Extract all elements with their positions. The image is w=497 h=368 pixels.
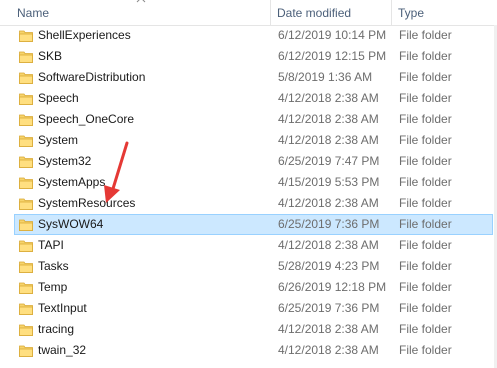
folder-icon (19, 72, 33, 84)
column-header-bar: Name Date modified Type (0, 0, 497, 26)
folder-icon (19, 177, 33, 189)
folder-name: SKB (38, 49, 63, 63)
file-type: File folder (399, 238, 452, 252)
file-type: File folder (399, 70, 452, 84)
date-modified: 4/15/2019 5:53 PM (278, 175, 380, 189)
date-modified: 4/12/2018 2:38 AM (278, 343, 379, 357)
date-modified: 6/25/2019 7:36 PM (278, 301, 380, 315)
file-type: File folder (399, 49, 452, 63)
folder-name: Speech (38, 91, 79, 105)
file-type: File folder (399, 280, 452, 294)
date-modified: 6/12/2019 12:15 PM (278, 49, 387, 63)
folder-icon (19, 93, 33, 105)
folder-name: System (38, 133, 79, 147)
folder-icon (19, 324, 33, 336)
table-row[interactable]: Speech 4/12/2018 2:38 AM File folder (14, 88, 493, 109)
table-row[interactable]: twain_32 4/12/2018 2:38 AM File folder (14, 340, 493, 361)
file-type: File folder (399, 322, 452, 336)
table-row[interactable]: Tasks 5/28/2019 4:23 PM File folder (14, 256, 493, 277)
folder-name: SoftwareDistribution (38, 70, 146, 84)
date-modified: 6/25/2019 7:47 PM (278, 154, 380, 168)
table-row[interactable]: TAPI 4/12/2018 2:38 AM File folder (14, 235, 493, 256)
date-modified: 5/28/2019 4:23 PM (278, 259, 380, 273)
file-type: File folder (399, 343, 452, 357)
date-modified: 4/12/2018 2:38 AM (278, 112, 379, 126)
column-header-name[interactable]: Name (17, 0, 270, 25)
folder-icon (19, 156, 33, 168)
table-row[interactable]: System 4/12/2018 2:38 AM File folder (14, 130, 493, 151)
table-row[interactable]: System32 6/25/2019 7:47 PM File folder (14, 151, 493, 172)
folder-name: SystemResources (38, 196, 136, 210)
file-type: File folder (399, 175, 452, 189)
file-type: File folder (399, 301, 452, 315)
folder-name: ShellExperiences (38, 28, 131, 42)
date-modified: 5/8/2019 1:36 AM (278, 70, 373, 84)
folder-icon (19, 198, 33, 210)
date-modified: 6/12/2019 10:14 PM (278, 28, 387, 42)
table-row[interactable]: tracing 4/12/2018 2:38 AM File folder (14, 319, 493, 340)
folder-name: TextInput (38, 301, 87, 315)
folder-icon (19, 261, 33, 273)
folder-icon (19, 30, 33, 42)
folder-icon (19, 345, 33, 357)
column-divider[interactable] (391, 0, 392, 25)
file-type: File folder (399, 154, 452, 168)
file-type: File folder (399, 217, 452, 231)
date-modified: 6/26/2019 12:18 PM (278, 280, 387, 294)
folder-name: SysWOW64 (38, 217, 104, 231)
file-type: File folder (399, 259, 452, 273)
table-row[interactable]: SKB 6/12/2019 12:15 PM File folder (14, 46, 493, 67)
file-type: File folder (399, 196, 452, 210)
table-row[interactable]: SystemResources 4/12/2018 2:38 AM File fol… (14, 193, 493, 214)
folder-icon (19, 114, 33, 126)
date-modified: 4/12/2018 2:38 AM (278, 196, 379, 210)
table-row[interactable]: SoftwareDistribution 5/8/2019 1:36 AM File… (14, 67, 493, 88)
folder-icon (19, 135, 33, 147)
date-modified: 4/12/2018 2:38 AM (278, 322, 379, 336)
folder-name: System32 (38, 154, 92, 168)
column-header-date-modified[interactable]: Date modified (277, 0, 390, 25)
folder-name: Temp (38, 280, 68, 294)
folder-name: tracing (38, 322, 75, 336)
date-modified: 4/12/2018 2:38 AM (278, 238, 379, 252)
column-divider[interactable] (270, 0, 271, 25)
table-row[interactable]: SystemApps 4/15/2019 5:53 PM File folder (14, 172, 493, 193)
folder-icon (19, 51, 33, 63)
table-row[interactable]: Temp 6/26/2019 12:18 PM File folder (14, 277, 493, 298)
file-type: File folder (399, 28, 452, 42)
folder-name: SystemApps (38, 175, 106, 189)
table-row[interactable]: Speech_OneCore 4/12/2018 2:38 AM File fold… (14, 109, 493, 130)
date-modified: 4/12/2018 2:38 AM (278, 133, 379, 147)
table-row[interactable]: TextInput 6/25/2019 7:36 PM File folder (14, 298, 493, 319)
file-type: File folder (399, 112, 452, 126)
folder-icon (19, 240, 33, 252)
folder-name: Speech_OneCore (38, 112, 135, 126)
file-type: File folder (399, 91, 452, 105)
date-modified: 4/12/2018 2:38 AM (278, 91, 379, 105)
column-header-type[interactable]: Type (398, 0, 497, 25)
table-row[interactable]: ShellExperiences 6/12/2019 10:14 PM File f… (14, 25, 493, 46)
file-type: File folder (399, 133, 452, 147)
folder-name: twain_32 (38, 343, 87, 357)
folder-name: Tasks (38, 259, 69, 273)
folder-icon (19, 282, 33, 294)
folder-name: TAPI (38, 238, 64, 252)
table-row-selected[interactable]: SysWOW64 6/25/2019 7:36 PM File folder (14, 214, 493, 235)
folder-icon (19, 219, 33, 231)
folder-icon (19, 303, 33, 315)
date-modified: 6/25/2019 7:36 PM (278, 217, 380, 231)
